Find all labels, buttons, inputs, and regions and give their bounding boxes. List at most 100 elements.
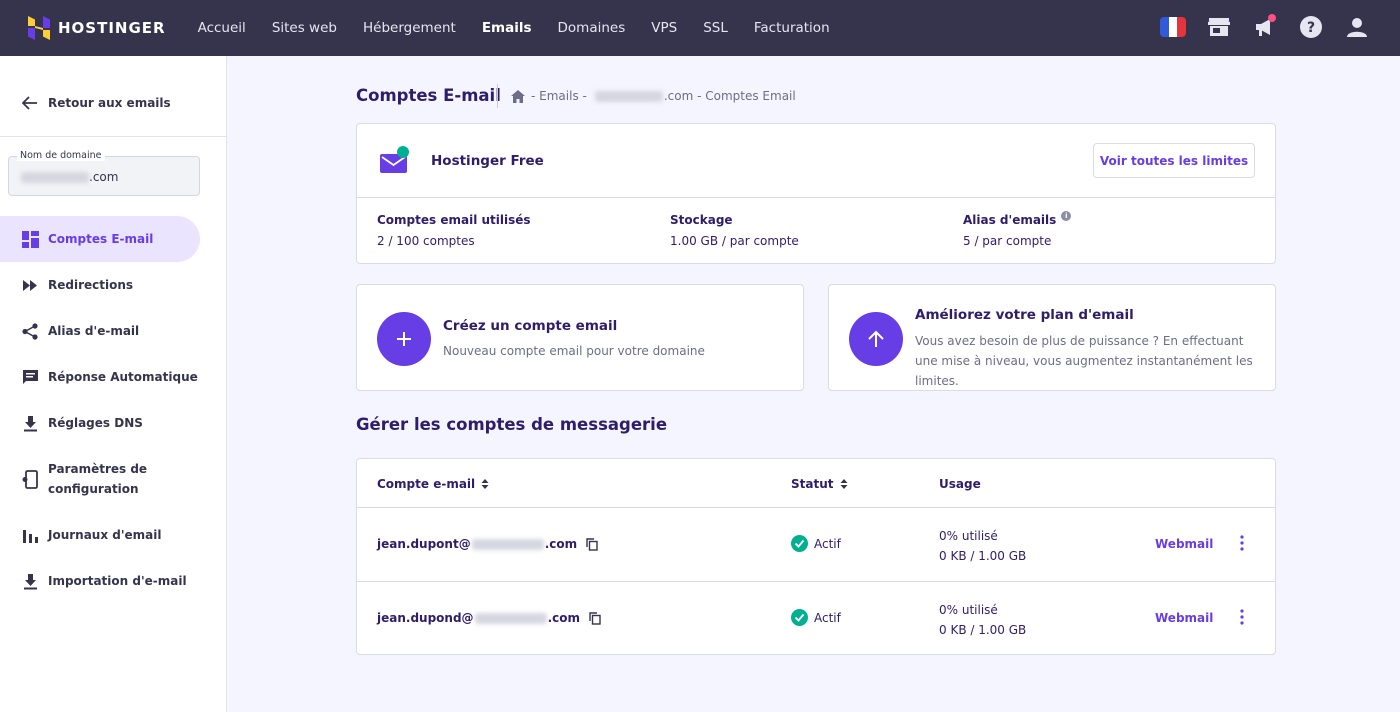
breadcrumb: - Emails - .com - Comptes Email [511,89,796,103]
breadcrumb-emails[interactable]: - Emails - [531,89,587,103]
sidebar-item-label: Alias d'e-mail [48,324,140,338]
nav-emails[interactable]: Emails [482,20,532,36]
sidebar-divider [0,136,226,137]
table-header: Compte e-mail Statut Usage [357,459,1275,508]
flag-fr-icon[interactable] [1160,14,1186,40]
sidebar-menu: Comptes E-mail Redirections Alias d'e-ma… [0,216,226,604]
plan-card: Hostinger Free Voir toutes les limites C… [356,123,1276,264]
sidebar: Retour aux emails Nom de domaine .com Co… [0,56,227,712]
nav-hebergement[interactable]: Hébergement [363,20,456,36]
email-user: jean.dupond@ [377,611,474,625]
sidebar-item-reglages-dns[interactable]: Réglages DNS [0,400,226,446]
webmail-link[interactable]: Webmail [1155,611,1213,625]
upgrade-plan-desc: Vous avez besoin de plus de puissance ? … [915,334,1253,388]
mail-plan-icon [380,146,409,173]
copy-icon[interactable] [586,537,598,551]
sidebar-item-importation[interactable]: Importation d'e-mail [0,558,226,604]
create-account-title: Créez un compte email [443,318,618,334]
column-label: Compte e-mail [377,477,476,491]
redacted-domain [471,538,544,550]
arrow-left-icon [22,96,37,110]
more-options-icon[interactable] [1237,608,1247,626]
sidebar-item-parametres[interactable]: Paramètres de configuration [0,446,226,512]
sidebar-item-journaux[interactable]: Journaux d'email [0,512,226,558]
sidebar-item-alias[interactable]: Alias d'e-mail [0,308,226,354]
svg-text:?: ? [1307,20,1315,36]
column-label: Usage [939,477,981,491]
manage-accounts-title: Gérer les comptes de messagerie [356,415,668,434]
usage-info: 0% utilisé 0 KB / 1.00 GB [939,526,1026,566]
create-account-card[interactable]: Créez un compte email Nouveau compte ema… [356,284,804,391]
back-label: Retour aux emails [48,96,171,110]
domain-value: .com [21,170,118,184]
usage-size: 0 KB / 1.00 GB [939,623,1027,637]
email-suffix: .com [544,537,578,551]
user-icon[interactable] [1344,14,1370,40]
accounts-table: Compte e-mail Statut Usage jean.dupont@ … [356,458,1276,655]
domain-suffix: .com [89,170,119,184]
page-title: Comptes E-mail [356,86,501,105]
nav-sites-web[interactable]: Sites web [272,20,337,36]
sidebar-item-comptes-email[interactable]: Comptes E-mail [0,216,200,262]
email-user: jean.dupont@ [377,537,471,551]
check-circle-icon [791,535,808,552]
home-icon[interactable] [511,89,525,103]
redacted-domain [474,612,547,624]
email-suffix: .com [547,611,580,625]
help-icon[interactable]: ? [1298,14,1324,40]
info-icon[interactable]: i [1061,211,1072,221]
status-text: Actif [814,610,841,625]
email-address: jean.dupont@ .com [377,537,598,551]
usage-percent: 0% utilisé [939,603,998,617]
top-icons: ? [1140,14,1370,40]
megaphone-icon[interactable] [1252,14,1278,40]
table-row: jean.dupont@ .com Actif 0% utilisé 0 KB … [357,508,1275,582]
redacted-domain [21,171,89,183]
stat-key: Comptes email utilisés [377,213,531,227]
brand-logo[interactable]: HOSTINGER [28,16,166,40]
nav-domaines[interactable]: Domaines [558,20,626,36]
arrow-up-icon [849,312,903,366]
sidebar-item-label: Journaux d'email [48,528,162,542]
usage-percent: 0% utilisé [939,529,998,543]
domain-selector[interactable]: Nom de domaine .com [8,150,200,196]
upgrade-plan-title: Améliorez votre plan d'email [915,307,1134,323]
more-options-icon[interactable] [1237,534,1247,552]
view-limits-button[interactable]: Voir toutes les limites [1093,143,1255,178]
stat-value: 2 / 100 comptes [377,234,475,248]
sidebar-item-redirections[interactable]: Redirections [0,262,226,308]
nav-accueil[interactable]: Accueil [198,20,246,36]
stat-value: 1.00 GB / par compte [670,234,799,248]
column-email[interactable]: Compte e-mail [377,477,489,491]
sidebar-item-label: Réglages DNS [48,416,143,430]
nav-facturation[interactable]: Facturation [754,20,830,36]
main-nav: Accueil Sites web Hébergement Emails Dom… [198,20,856,36]
webmail-link[interactable]: Webmail [1155,537,1213,551]
stat-key: Stockage [670,213,733,227]
chat-icon [23,369,38,384]
store-icon[interactable] [1206,14,1232,40]
sort-icon [840,479,847,489]
forward-icon [23,279,37,291]
upgrade-plan-card[interactable]: Améliorez votre plan d'email Vous avez b… [828,284,1276,391]
status-badge: Actif [791,609,841,626]
title-separator [497,84,498,108]
column-status[interactable]: Statut [791,477,848,491]
status-badge: Actif [791,535,841,552]
back-to-emails-link[interactable]: Retour aux emails [22,96,171,110]
column-label: Statut [791,477,834,491]
nav-vps[interactable]: VPS [651,20,677,36]
sidebar-item-reponse-automatique[interactable]: Réponse Automatique [0,354,226,400]
usage-info: 0% utilisé 0 KB / 1.00 GB [939,600,1026,640]
notification-dot [1268,14,1276,22]
sort-icon [481,479,489,489]
hostinger-logo-icon [28,16,50,40]
plan-header: Hostinger Free Voir toutes les limites [357,124,1275,198]
copy-icon[interactable] [589,611,601,625]
stat-accounts-used: Comptes email utilisés 2 / 100 comptes [377,213,531,248]
brand-name: HOSTINGER [58,19,166,37]
stat-key: Alias d'emails [963,213,1057,227]
nav-ssl[interactable]: SSL [703,20,728,36]
sidebar-item-label: Paramètres de configuration [48,462,148,496]
table-row: jean.dupond@ .com Actif 0% utilisé 0 KB … [357,582,1275,656]
